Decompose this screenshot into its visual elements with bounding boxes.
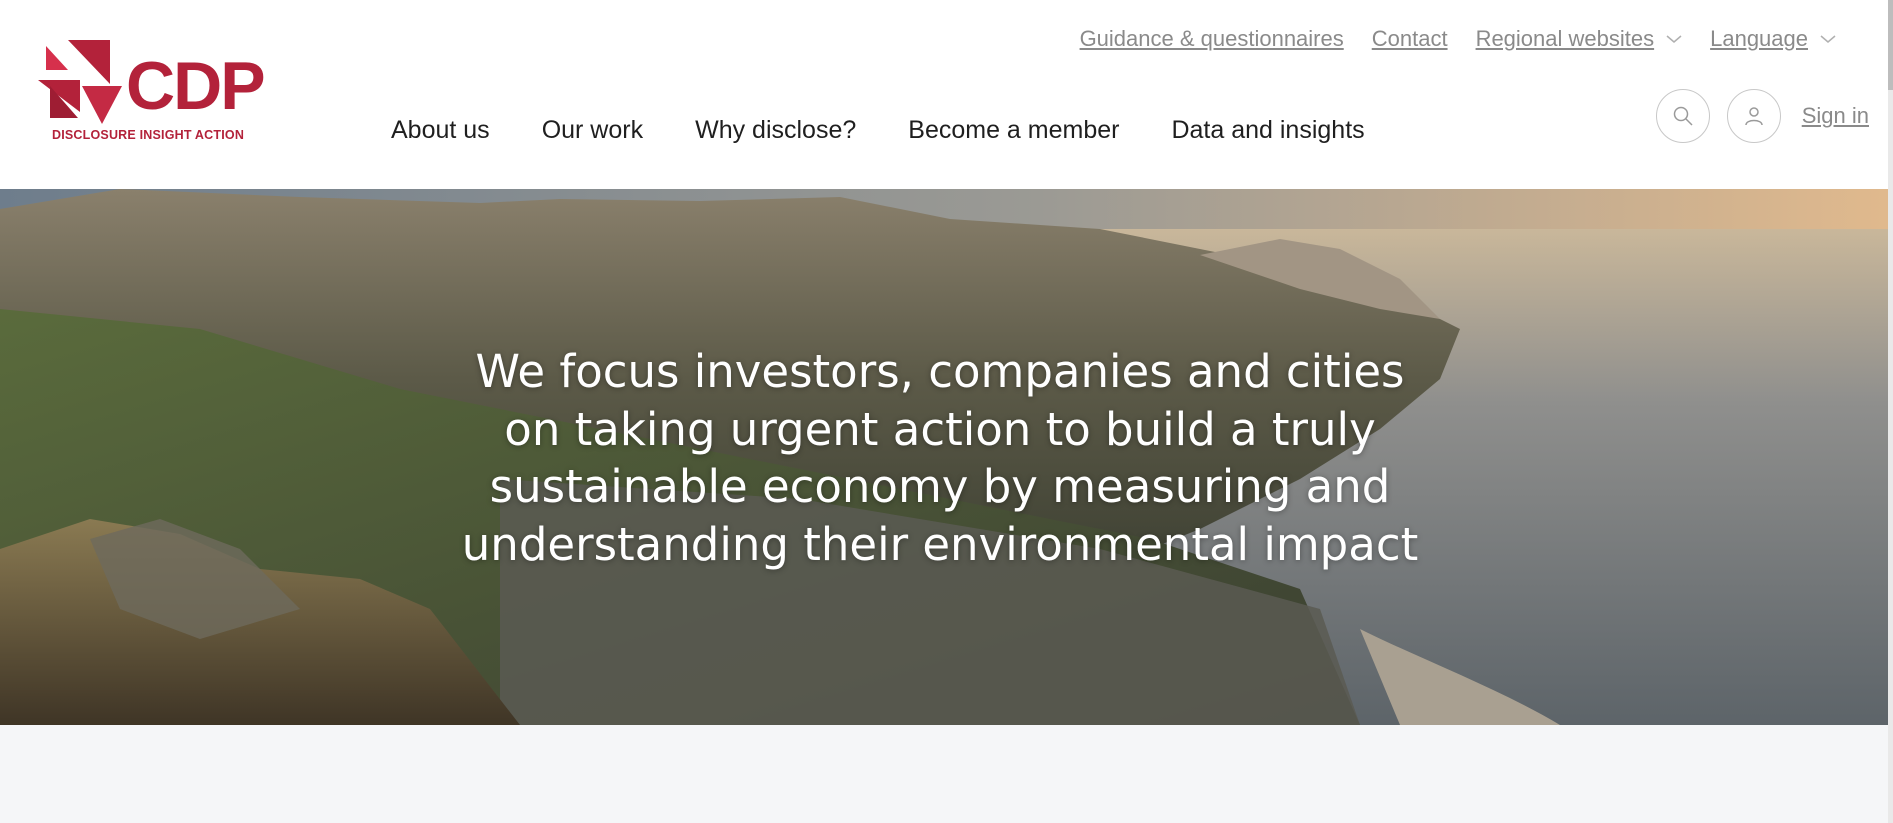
guidance-link[interactable]: Guidance & questionnaires: [1080, 26, 1344, 52]
account-button[interactable]: [1726, 89, 1781, 143]
nav-why-disclose[interactable]: Why disclose?: [695, 116, 856, 145]
header-actions: Sign in: [1655, 89, 1869, 143]
hero-line-1: We focus investors, companies and cities: [475, 345, 1405, 398]
utility-nav: Guidance & questionnaires Contact Region…: [1080, 26, 1836, 52]
brand-name: CDP: [126, 48, 266, 124]
user-icon: [1744, 107, 1763, 126]
page-scrollbar[interactable]: [1888, 0, 1893, 823]
contact-link-label: Contact: [1371, 26, 1448, 51]
nav-become-member[interactable]: Become a member: [908, 116, 1119, 145]
hero-banner: We focus investors, companies and cities…: [0, 189, 1888, 725]
nav-data-insights[interactable]: Data and insights: [1171, 116, 1364, 145]
site-header: CDP DISCLOSURE INSIGHT ACTION Guidance &…: [0, 0, 1888, 189]
search-icon: [1673, 106, 1693, 126]
search-button[interactable]: [1655, 89, 1710, 143]
regional-websites-dropdown[interactable]: Regional websites: [1476, 26, 1683, 52]
hero-line-2: on taking urgent action to build a truly: [504, 402, 1376, 456]
chevron-down-icon: [1666, 35, 1682, 43]
contact-link[interactable]: Contact: [1372, 26, 1448, 52]
language-label: Language: [1710, 26, 1808, 51]
scrollbar-thumb[interactable]: [1888, 0, 1893, 90]
guidance-link-label: Guidance & questionnaires: [1079, 26, 1344, 51]
cdp-logo-mark-icon: [38, 40, 122, 124]
language-dropdown[interactable]: Language: [1710, 26, 1836, 52]
main-nav: About us Our work Why disclose? Become a…: [391, 116, 1365, 145]
nav-our-work[interactable]: Our work: [542, 116, 643, 145]
chevron-down-icon: [1820, 35, 1836, 43]
hero-line-3: sustainable economy by measuring and: [489, 460, 1391, 513]
nav-about-us[interactable]: About us: [391, 116, 490, 145]
hero-line-4: understanding their environmental impact: [461, 517, 1419, 571]
regional-websites-label: Regional websites: [1475, 26, 1655, 51]
cdp-logo[interactable]: CDP DISCLOSURE INSIGHT ACTION: [38, 40, 278, 146]
brand-tagline: DISCLOSURE INSIGHT ACTION: [52, 128, 245, 142]
hero-headline: We focus investors, companies and cities…: [450, 343, 1430, 573]
sign-in-link[interactable]: Sign in: [1802, 103, 1869, 129]
